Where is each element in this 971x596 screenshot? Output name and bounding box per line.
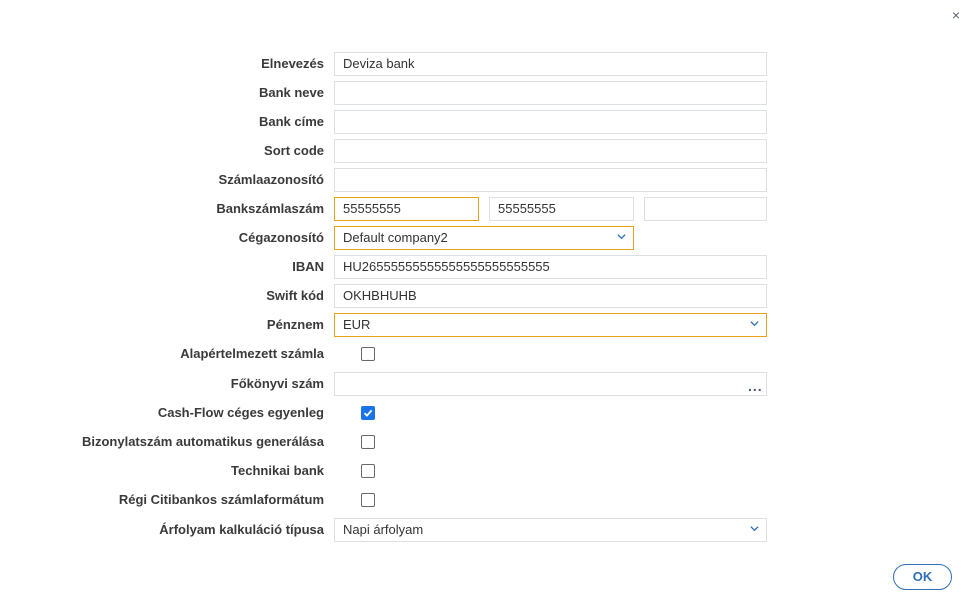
- bankszamlaszam-part3-input[interactable]: [644, 197, 767, 221]
- penznem-select[interactable]: EUR: [334, 313, 767, 337]
- cegazonosito-select[interactable]: Default company2: [334, 226, 634, 250]
- row-bizonylatszam: Bizonylatszám automatikus generálása: [0, 430, 971, 454]
- row-sort-code: Sort code: [0, 139, 971, 163]
- arfolyam-select[interactable]: Napi árfolyam: [334, 518, 767, 542]
- sort-code-input[interactable]: [334, 139, 767, 163]
- row-cashflow: Cash-Flow céges egyenleg: [0, 401, 971, 425]
- row-bank-cime: Bank címe: [0, 110, 971, 134]
- label-penznem: Pénznem: [266, 317, 324, 332]
- label-cashflow: Cash-Flow céges egyenleg: [157, 405, 324, 420]
- row-regi-citi: Régi Citibankos számlaformátum: [0, 488, 971, 512]
- row-technikai: Technikai bank: [0, 459, 971, 483]
- arfolyam-value: Napi árfolyam: [343, 522, 424, 537]
- label-alapertelmezett: Alapértelmezett számla: [180, 346, 324, 361]
- checkmark-icon: [363, 409, 373, 417]
- label-technikai: Technikai bank: [231, 463, 324, 478]
- regi-citi-checkbox[interactable]: [361, 493, 375, 507]
- chevron-down-icon[interactable]: [750, 524, 759, 533]
- close-icon[interactable]: ×: [949, 7, 963, 23]
- szamlaazonosito-input[interactable]: [334, 168, 767, 192]
- row-swift: Swift kód OKHBHUHB: [0, 284, 971, 308]
- row-bankszamlaszam: Bankszámlaszám 55555555 55555555: [0, 197, 971, 221]
- cegazonosito-value: Default company2: [343, 230, 448, 245]
- label-bank-neve: Bank neve: [258, 85, 324, 100]
- row-penznem: Pénznem EUR: [0, 313, 971, 337]
- label-cegazonosito: Cégazonosító: [238, 230, 324, 245]
- fokonyvi-input[interactable]: [334, 372, 767, 396]
- ok-button[interactable]: OK: [893, 564, 952, 590]
- alapertelmezett-checkbox[interactable]: [361, 347, 375, 361]
- more-dots-icon[interactable]: ...: [748, 372, 763, 396]
- label-regi-citi: Régi Citibankos számlaformátum: [118, 492, 324, 507]
- label-bizonylatszam: Bizonylatszám automatikus generálása: [81, 434, 324, 449]
- bank-neve-input[interactable]: [334, 81, 767, 105]
- row-fokonyvi: Főkönyvi szám ...: [0, 372, 971, 396]
- label-bank-cime: Bank címe: [258, 114, 324, 129]
- bankszamlaszam-part1-input[interactable]: 55555555: [334, 197, 479, 221]
- row-szamlaazonosito: Számlaazonosító: [0, 168, 971, 192]
- row-arfolyam: Árfolyam kalkuláció típusa Napi árfolyam: [0, 518, 971, 542]
- row-iban: IBAN HU26555555555555555555555555: [0, 255, 971, 279]
- row-cegazonosito: Cégazonosító Default company2: [0, 226, 971, 250]
- penznem-value: EUR: [343, 317, 371, 332]
- row-alapertelmezett: Alapértelmezett számla: [0, 342, 971, 366]
- iban-input[interactable]: HU26555555555555555555555555: [334, 255, 767, 279]
- label-iban: IBAN: [292, 259, 324, 274]
- label-fokonyvi: Főkönyvi szám: [230, 376, 324, 391]
- cashflow-checkbox[interactable]: [361, 406, 375, 420]
- label-sort-code: Sort code: [264, 143, 324, 158]
- chevron-down-icon[interactable]: [750, 319, 759, 328]
- bank-cime-input[interactable]: [334, 110, 767, 134]
- row-bank-neve: Bank neve: [0, 81, 971, 105]
- label-swift: Swift kód: [266, 288, 324, 303]
- technikai-checkbox[interactable]: [361, 464, 375, 478]
- label-bankszamlaszam: Bankszámlaszám: [216, 201, 324, 216]
- bizonylatszam-checkbox[interactable]: [361, 435, 375, 449]
- chevron-down-icon[interactable]: [617, 232, 626, 241]
- label-szamlaazonosito: Számlaazonosító: [218, 172, 324, 187]
- swift-input[interactable]: OKHBHUHB: [334, 284, 767, 308]
- label-arfolyam: Árfolyam kalkuláció típusa: [159, 522, 324, 537]
- elnevezes-input[interactable]: Deviza bank: [334, 52, 767, 76]
- bankszamlaszam-part2-input[interactable]: 55555555: [489, 197, 634, 221]
- label-elnevezes: Elnevezés: [261, 56, 324, 71]
- row-elnevezes: Elnevezés Deviza bank: [0, 52, 971, 76]
